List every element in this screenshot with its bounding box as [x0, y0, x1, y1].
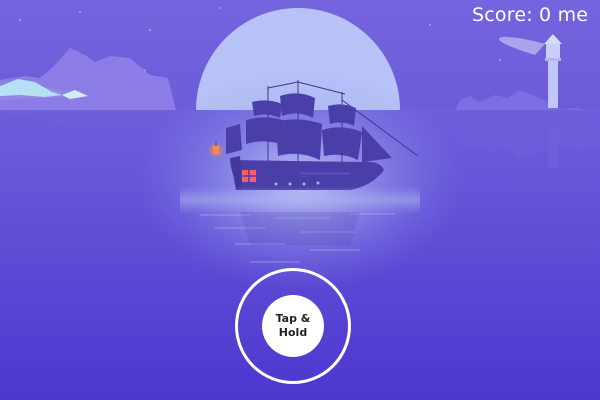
- tap-hold-button[interactable]: Tap & Hold: [235, 268, 351, 384]
- tap-hold-button-center[interactable]: Tap & Hold: [262, 295, 324, 357]
- tap-hold-label: Tap & Hold: [268, 312, 318, 340]
- waterline-mist: [180, 186, 420, 214]
- tap-hold-label-line2: Hold: [278, 326, 308, 339]
- ship-reflection: [240, 212, 360, 245]
- tap-hold-label-line1: Tap &: [275, 312, 311, 325]
- score-display: Score: 0 me: [472, 4, 589, 26]
